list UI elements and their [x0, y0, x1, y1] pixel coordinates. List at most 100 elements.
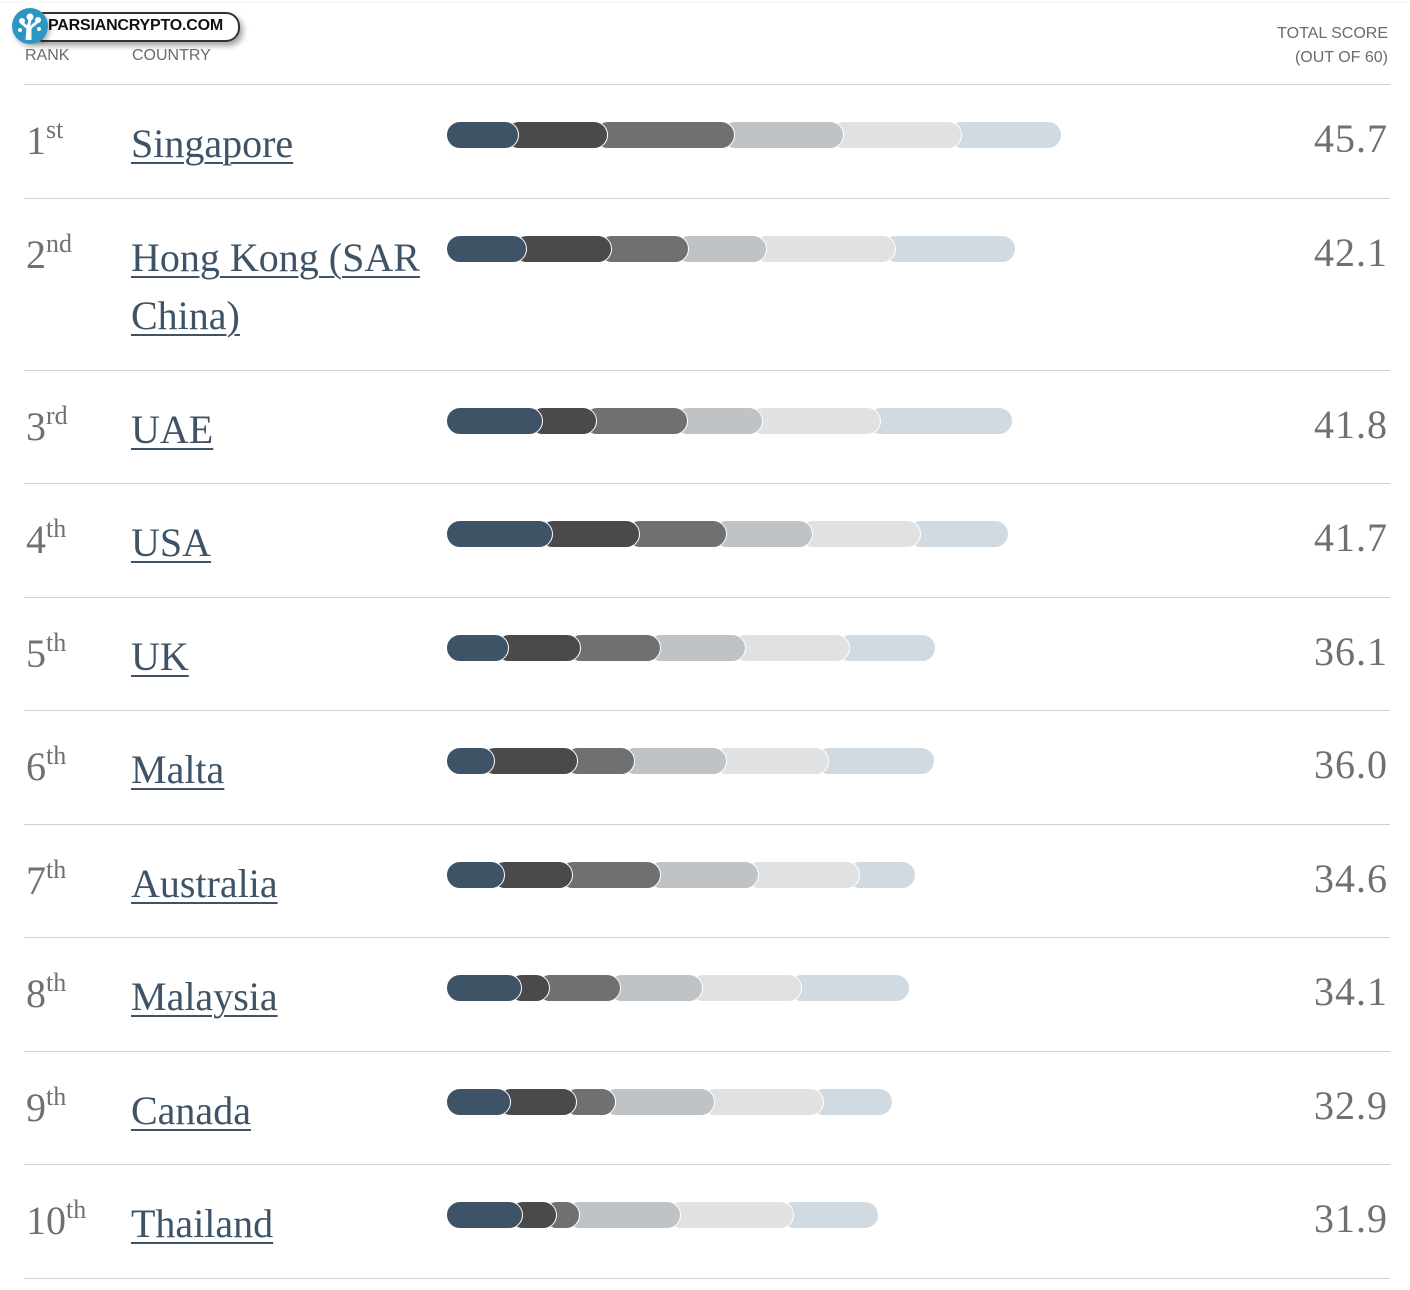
rank-suffix: th — [46, 1082, 67, 1111]
bar-segment-5 — [745, 861, 861, 889]
bar-segment-6 — [881, 235, 1016, 263]
rank: 7th — [26, 855, 66, 904]
bar-segment-3 — [626, 520, 727, 548]
bar-segment-1 — [446, 121, 519, 149]
table-row: 10th Thailand 31.9 — [24, 1165, 1390, 1279]
rank-number: 9 — [26, 1085, 46, 1130]
rank-number: 8 — [26, 971, 46, 1016]
country-link[interactable]: UAE — [131, 401, 431, 459]
rank: 4th — [26, 514, 67, 563]
bar-segment-6 — [866, 407, 1013, 435]
tree-logo-icon — [12, 8, 48, 44]
total-score: 41.7 — [1314, 515, 1388, 560]
table-row: 1st Singapore 45.7 — [24, 85, 1390, 199]
rank: 1st — [26, 115, 64, 164]
table-row: 7th Australia 34.6 — [24, 825, 1390, 938]
bar-segment-5 — [830, 121, 962, 149]
bar-segment-1 — [446, 407, 544, 435]
total-score: 31.9 — [1314, 1196, 1388, 1241]
bar-segment-2 — [480, 747, 579, 775]
bar-segment-4 — [646, 861, 760, 889]
rank-suffix: rd — [46, 401, 68, 430]
country-header: COUNTRY — [132, 47, 211, 64]
total-score: 42.1 — [1314, 230, 1388, 275]
table-row: 9th Canada 32.9 — [24, 1052, 1390, 1165]
country-link[interactable]: USA — [131, 514, 431, 572]
bar-segment-2 — [513, 235, 613, 263]
table-row: 5th UK 36.1 — [24, 598, 1390, 711]
rank-header: RANK — [25, 47, 70, 64]
rank-suffix: th — [46, 514, 67, 543]
country-link[interactable]: Canada — [131, 1082, 431, 1140]
bar-segment-1 — [446, 747, 495, 775]
bar-segment-3 — [567, 634, 661, 662]
rank: 8th — [26, 968, 66, 1017]
rank-suffix: st — [46, 115, 64, 144]
total-score: 41.8 — [1314, 402, 1388, 447]
score-header-line2: (OUT OF 60) — [1294, 49, 1388, 66]
country-link[interactable]: Malta — [131, 741, 431, 799]
bar-segment-1 — [446, 974, 522, 1002]
country-link[interactable]: Malaysia — [131, 968, 431, 1026]
bar-segment-6 — [780, 1201, 880, 1229]
country-link[interactable]: Thailand — [131, 1195, 431, 1253]
bar-segment-4 — [602, 1088, 715, 1116]
rank-number: 1 — [26, 118, 46, 163]
bar-segment-3 — [583, 407, 688, 435]
bar-segment-2 — [504, 121, 608, 149]
rank: 5th — [26, 628, 67, 677]
bar-segment-4 — [712, 520, 814, 548]
bar-segment-6 — [835, 634, 937, 662]
bar-segment-2 — [538, 520, 641, 548]
bar-segment-3 — [594, 121, 735, 149]
bar-segment-4 — [720, 121, 845, 149]
rank: 2nd — [26, 229, 72, 278]
bar-segment-5 — [731, 634, 850, 662]
total-score: 32.9 — [1314, 1083, 1388, 1128]
rank-suffix: th — [46, 628, 67, 657]
bar-segment-1 — [446, 235, 527, 263]
country-link[interactable]: Australia — [131, 855, 431, 913]
rank: 3rd — [26, 401, 68, 450]
country-link[interactable]: Singapore — [131, 115, 431, 173]
bar-segment-4 — [646, 634, 746, 662]
bar-segment-3 — [558, 861, 661, 889]
score-header: TOTAL SCORE (OUT OF 60) — [1277, 22, 1388, 70]
top-divider — [0, 2, 1410, 3]
rank: 9th — [26, 1082, 67, 1131]
rank-number: 6 — [26, 744, 46, 789]
bar-segment-5 — [749, 407, 881, 435]
rank-number: 7 — [26, 858, 46, 903]
bar-segment-4 — [565, 1201, 681, 1229]
logo: PARSIANCRYPTO.COM — [12, 8, 240, 44]
rank-suffix: th — [46, 741, 67, 770]
country-link[interactable]: UK — [131, 628, 431, 686]
bar-segment-6 — [788, 974, 911, 1002]
rank-number: 3 — [26, 404, 46, 449]
bar-segment-6 — [815, 747, 935, 775]
bar-segment-5 — [700, 1088, 824, 1116]
table-row: 3rd UAE 41.8 — [24, 371, 1390, 484]
rank: 6th — [26, 741, 67, 790]
bar-segment-1 — [446, 861, 506, 889]
rank-number: 5 — [26, 631, 46, 676]
total-score: 34.6 — [1314, 856, 1388, 901]
bar-segment-1 — [446, 1088, 511, 1116]
rank-suffix: th — [66, 1195, 87, 1224]
bar-segment-5 — [688, 974, 803, 1002]
bar-segment-6 — [947, 121, 1062, 149]
rank-suffix: nd — [46, 229, 72, 258]
total-score: 45.7 — [1314, 116, 1388, 161]
country-link[interactable]: Hong Kong (SAR China) — [131, 229, 431, 345]
table-row: 2nd Hong Kong (SAR China) 42.1 — [24, 199, 1390, 371]
bar-segment-5 — [712, 747, 830, 775]
table-row: 6th Malta 36.0 — [24, 711, 1390, 825]
total-score: 36.0 — [1314, 742, 1388, 787]
total-score: 34.1 — [1314, 969, 1388, 1014]
bar-segment-6 — [907, 520, 1009, 548]
bar-segment-4 — [621, 747, 727, 775]
bar-segment-1 — [446, 634, 510, 662]
bar-segment-5 — [799, 520, 922, 548]
bar-segment-5 — [666, 1201, 795, 1229]
table-row: 8th Malaysia 34.1 — [24, 938, 1390, 1052]
